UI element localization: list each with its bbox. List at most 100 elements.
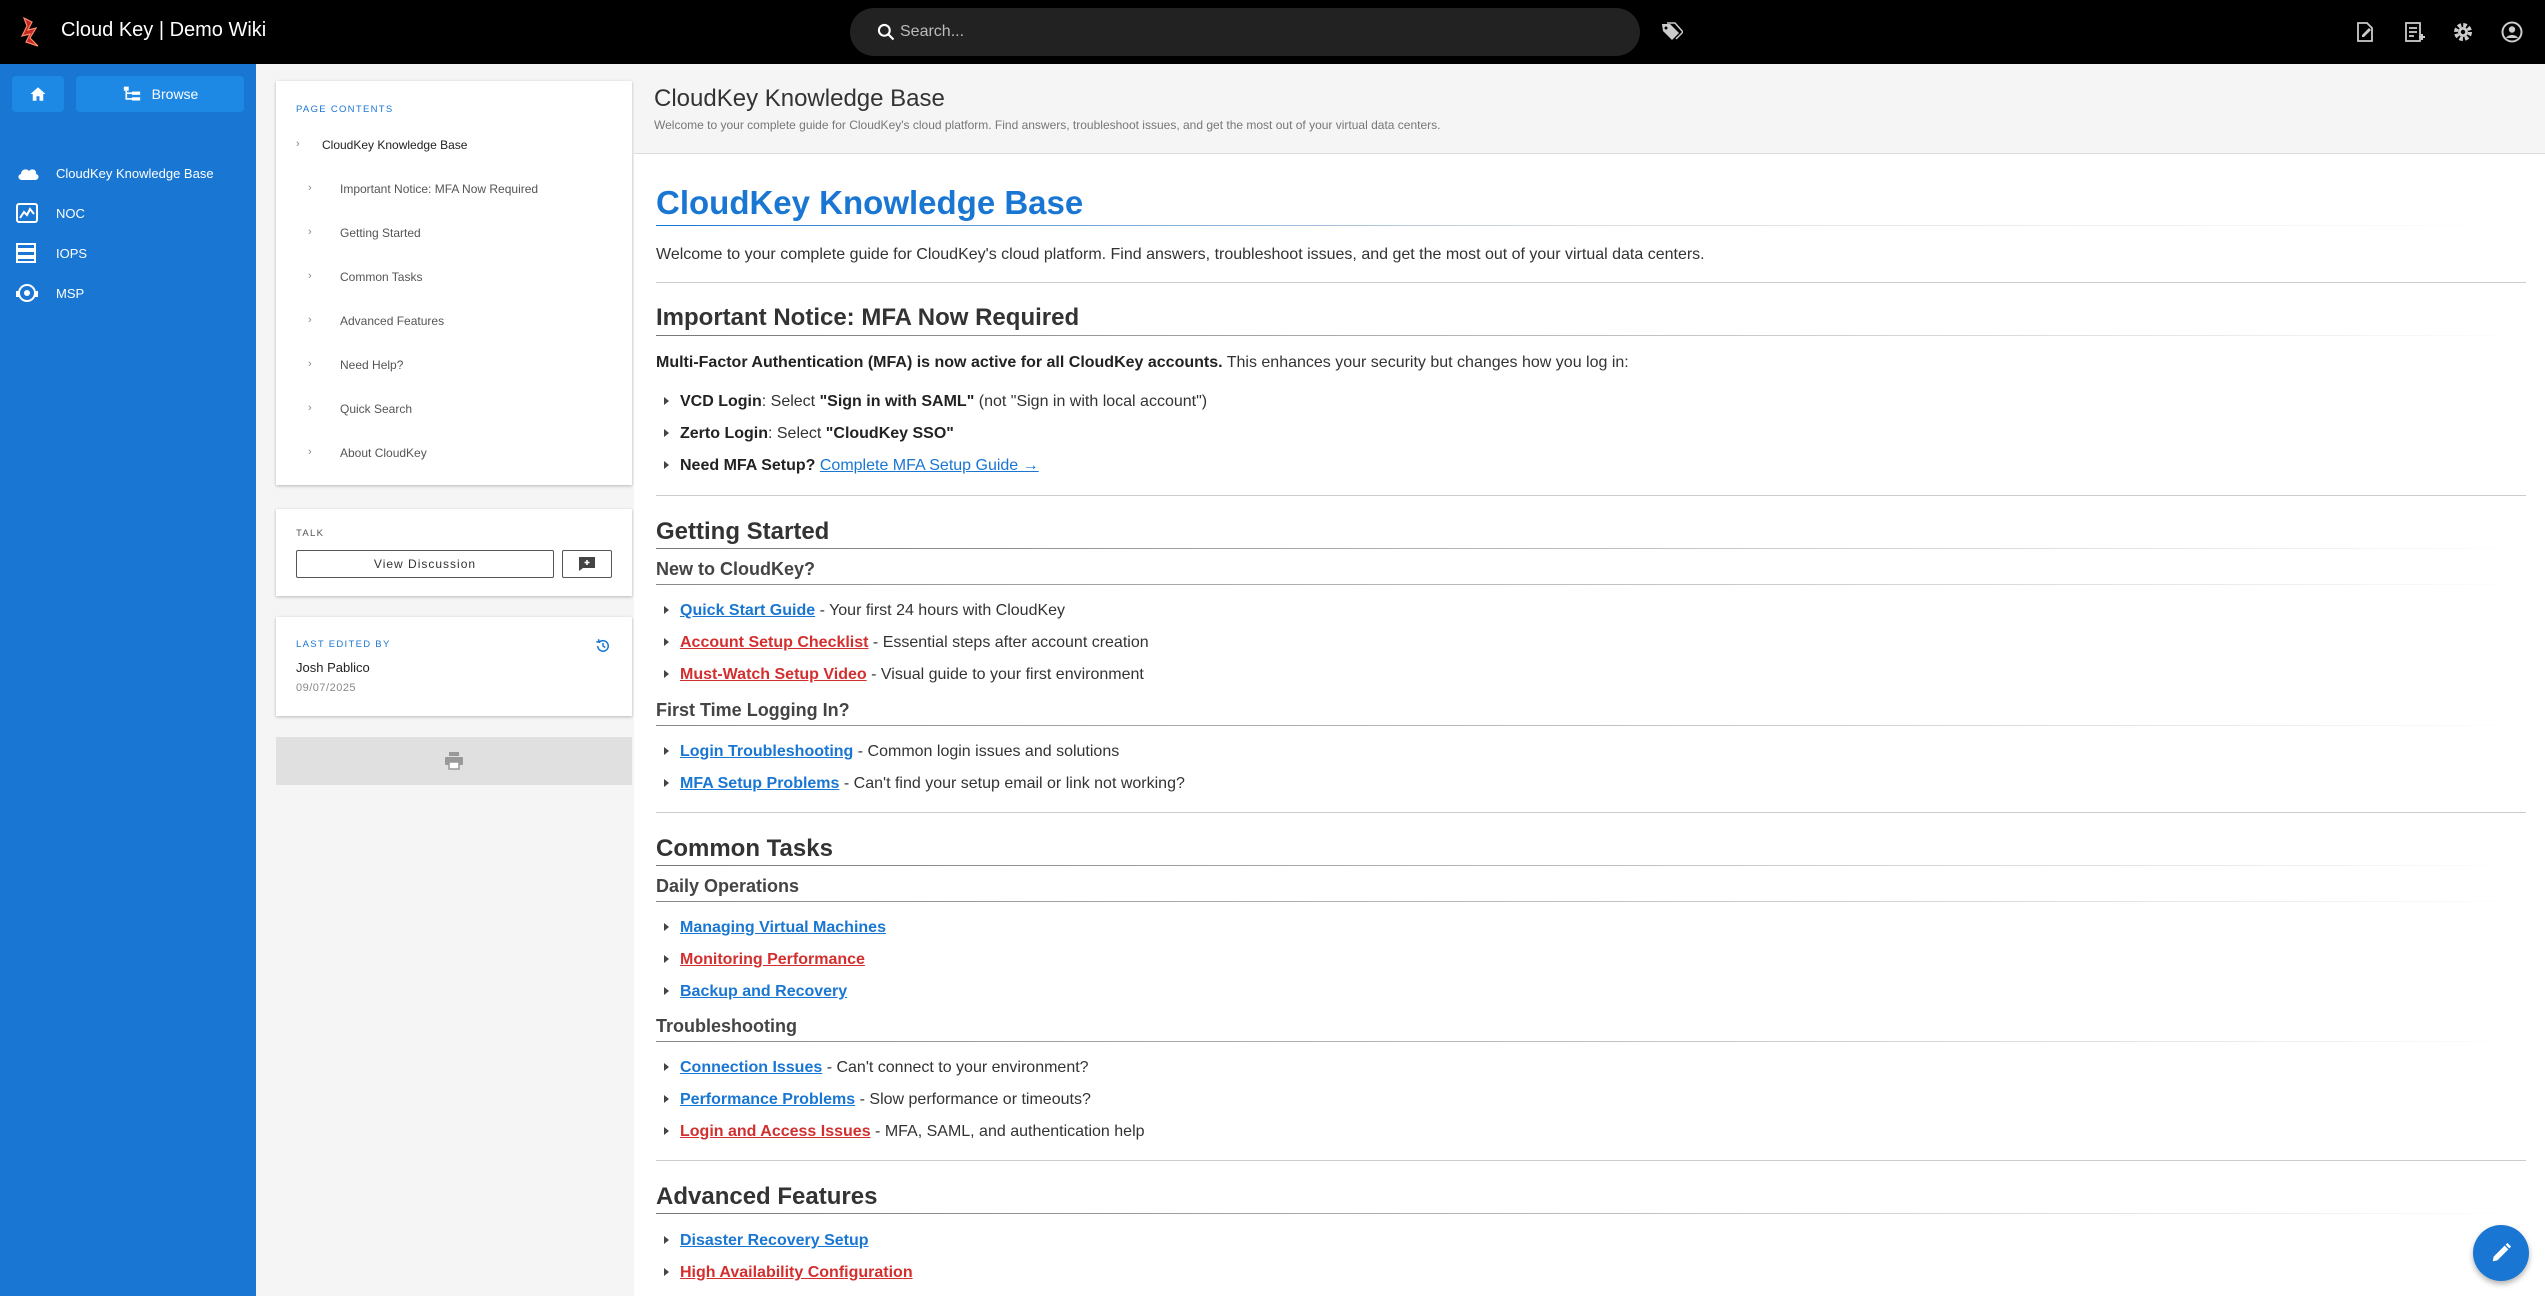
last-edited-card: Last edited by Josh Pablico 09/07/2025 <box>276 617 632 716</box>
list-item-label: Zerto Login <box>680 425 768 442</box>
subheading-troubleshooting: Troubleshooting <box>656 1016 797 1036</box>
disaster-recovery-link[interactable]: Disaster Recovery Setup <box>680 1232 869 1249</box>
monitoring-performance-link[interactable]: Monitoring Performance <box>680 951 865 968</box>
toc-item[interactable]: › Important Notice: MFA Now Required <box>308 182 618 198</box>
chevron-right-icon: › <box>308 402 312 414</box>
section-divider <box>656 495 2526 496</box>
pencil-icon <box>2492 1242 2512 1262</box>
toc-item-label: CloudKey Knowledge Base <box>322 138 468 152</box>
edit-page-button[interactable] <box>2473 1225 2529 1281</box>
chevron-right-icon: › <box>308 358 312 370</box>
nav-item-msp[interactable]: MSP <box>0 273 256 313</box>
home-button[interactable] <box>12 76 64 112</box>
nav-item-cloudkey-knowledge-base[interactable]: CloudKey Knowledge Base <box>0 153 256 193</box>
connection-issues-link[interactable]: Connection Issues <box>680 1059 822 1076</box>
browse-label: Browse <box>151 86 199 102</box>
page-contents-card: Page Contents › CloudKey Knowledge Base … <box>276 81 632 485</box>
new-page-icon[interactable] <box>2353 20 2377 44</box>
nav-item-label: CloudKey Knowledge Base <box>56 165 214 181</box>
list-item: Need MFA Setup? Complete MFA Setup Guide… <box>656 457 1039 475</box>
page-header: CloudKey Knowledge Base Welcome to your … <box>634 64 2545 154</box>
page-contents-heading: Page Contents <box>296 104 394 115</box>
toc-item[interactable]: › Getting Started <box>308 226 618 242</box>
backup-recovery-link[interactable]: Backup and Recovery <box>680 983 847 1000</box>
talk-heading: Talk <box>296 528 325 539</box>
mfa-setup-problems-link[interactable]: MFA Setup Problems <box>680 775 839 792</box>
managing-vms-link[interactable]: Managing Virtual Machines <box>680 919 886 936</box>
toc-item-label: Getting Started <box>340 226 421 240</box>
list-item-text: - Slow performance or timeouts? <box>855 1091 1091 1108</box>
mfa-lead: Multi-Factor Authentication (MFA) is now… <box>656 354 1629 372</box>
section-divider <box>656 1160 2526 1161</box>
list-item-text: - Essential steps after account creation <box>868 634 1149 651</box>
login-access-issues-link[interactable]: Login and Access Issues <box>680 1123 871 1140</box>
section-heading-common-tasks: Common Tasks <box>656 835 833 862</box>
mfa-lead-bold: Multi-Factor Authentication (MFA) is now… <box>656 354 1223 371</box>
nav-item-label: MSP <box>56 285 85 301</box>
toc-item[interactable]: › Common Tasks <box>308 270 618 286</box>
list-item: High Availability Configuration <box>656 1264 913 1282</box>
nav-item-noc[interactable]: NOC <box>0 193 256 233</box>
list-item: Disaster Recovery Setup <box>656 1232 869 1250</box>
page-actions-icon[interactable] <box>2402 20 2426 44</box>
list-item: Login Troubleshooting - Common login iss… <box>656 743 1119 761</box>
toc-item-root[interactable]: › CloudKey Knowledge Base <box>296 138 616 154</box>
subheading-first-time-login: First Time Logging In? <box>656 700 850 720</box>
list-item-text: - Can't find your setup email or link no… <box>839 775 1185 792</box>
toc-item-label: Important Notice: MFA Now Required <box>340 182 539 196</box>
list-item: Zerto Login: Select "CloudKey SSO" <box>656 425 954 443</box>
heading-underline <box>656 865 2526 866</box>
server-icon <box>16 243 36 263</box>
home-icon <box>30 87 46 101</box>
print-button[interactable] <box>276 737 632 785</box>
setup-video-link[interactable]: Must-Watch Setup Video <box>680 666 867 683</box>
browse-button[interactable]: Browse <box>76 76 244 112</box>
login-troubleshooting-link[interactable]: Login Troubleshooting <box>680 743 853 760</box>
toc-item[interactable]: › Quick Search <box>308 402 618 418</box>
section-heading-getting-started: Getting Started <box>656 518 830 545</box>
section-divider <box>656 282 2526 283</box>
page-title: CloudKey Knowledge Base <box>654 85 945 112</box>
left-navigation: Browse CloudKey Knowledge Base NOC IOPS … <box>0 64 256 1296</box>
history-icon[interactable] <box>594 637 612 655</box>
page-content: CloudKey Knowledge Base Welcome to your … <box>634 154 2545 1296</box>
list-item: Performance Problems - Slow performance … <box>656 1091 1091 1109</box>
list-item-label: VCD Login <box>680 393 762 410</box>
nav-item-iops[interactable]: IOPS <box>0 233 256 273</box>
search-bar[interactable] <box>850 8 1640 56</box>
account-icon[interactable] <box>2500 20 2524 44</box>
intro-paragraph: Welcome to your complete guide for Cloud… <box>656 246 1705 263</box>
list-item-text: - Your first 24 hours with CloudKey <box>815 602 1066 619</box>
list-item-text: (not "Sign in with local account") <box>974 393 1208 410</box>
nav-item-label: IOPS <box>56 245 88 261</box>
high-availability-link[interactable]: High Availability Configuration <box>680 1264 913 1281</box>
list-item-emphasis: "Sign in with SAML" <box>819 393 975 410</box>
settings-icon[interactable] <box>2451 20 2475 44</box>
monitor-chart-icon <box>16 203 38 223</box>
add-comment-button[interactable] <box>562 550 612 578</box>
list-item-emphasis: "CloudKey SSO" <box>825 425 954 442</box>
heading-underline <box>656 548 2526 549</box>
quick-start-guide-link[interactable]: Quick Start Guide <box>680 602 815 619</box>
cloud-icon <box>18 169 39 180</box>
section-heading-mfa: Important Notice: MFA Now Required <box>656 304 1080 331</box>
heading-underline <box>656 1213 2526 1214</box>
toc-item[interactable]: › Advanced Features <box>308 314 618 330</box>
performance-problems-link[interactable]: Performance Problems <box>680 1091 855 1108</box>
mfa-setup-guide-link[interactable]: Complete MFA Setup Guide → <box>820 457 1039 474</box>
chevron-right-icon: › <box>308 226 312 238</box>
list-item: MFA Setup Problems - Can't find your set… <box>656 775 1185 793</box>
list-item-text: : Select <box>761 393 820 410</box>
subheading-underline <box>656 725 2526 726</box>
chevron-right-icon: › <box>308 182 312 194</box>
toc-item[interactable]: › Need Help? <box>308 358 618 374</box>
view-discussion-button[interactable]: View Discussion <box>296 550 554 578</box>
search-input[interactable] <box>900 8 1600 56</box>
list-item-text: - Can't connect to your environment? <box>822 1059 1089 1076</box>
app-title[interactable]: Cloud Key | Demo Wiki <box>61 19 266 42</box>
toc-item[interactable]: › About CloudKey <box>308 446 618 462</box>
tag-icon[interactable] <box>1659 20 1683 44</box>
account-setup-checklist-link[interactable]: Account Setup Checklist <box>680 634 868 651</box>
logo-icon[interactable] <box>18 16 46 48</box>
editor-name[interactable]: Josh Pablico <box>296 660 370 675</box>
